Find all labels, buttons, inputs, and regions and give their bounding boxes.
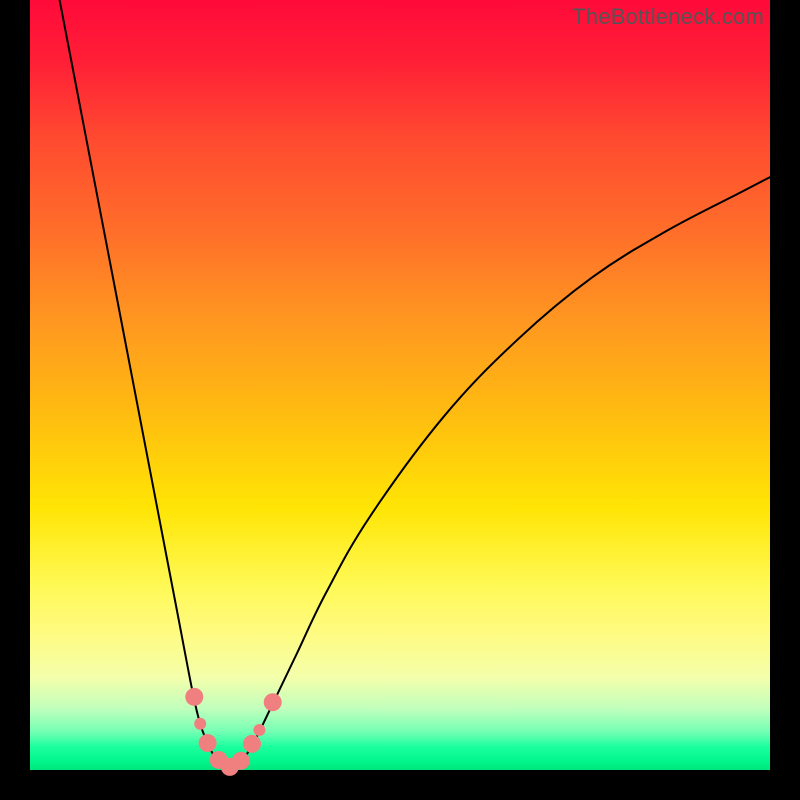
marker-dot: [243, 735, 261, 753]
curve-left-branch: [60, 0, 230, 768]
marker-dot: [253, 724, 265, 736]
curve-right-branch: [230, 177, 770, 768]
marker-dot: [194, 718, 206, 730]
marker-dot: [185, 688, 203, 706]
marker-dot: [199, 734, 217, 752]
curve-plot: [30, 0, 770, 770]
marker-dot: [232, 752, 250, 770]
marker-dot: [264, 693, 282, 711]
marker-points: [185, 688, 281, 776]
